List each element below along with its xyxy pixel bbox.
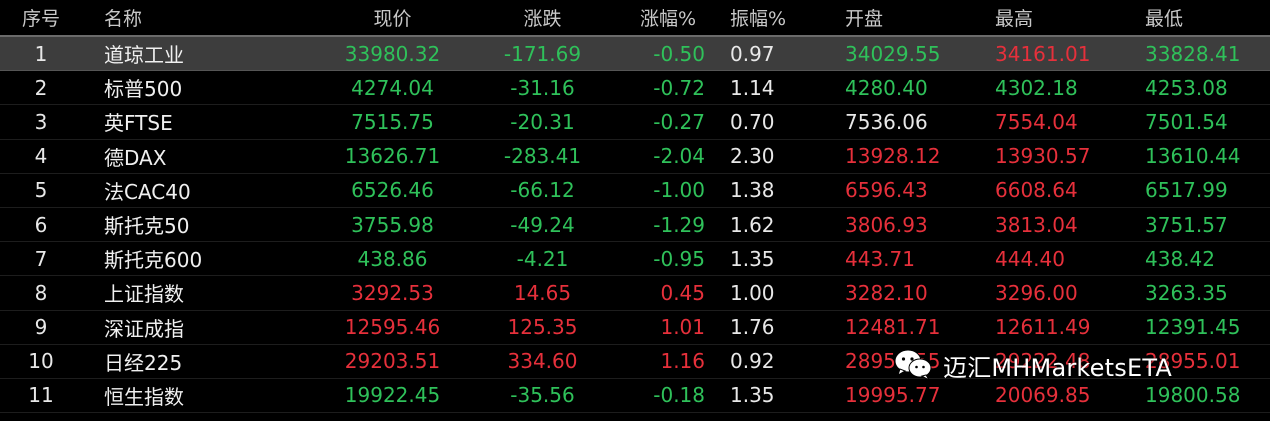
row-high: 444.40 <box>995 246 1065 271</box>
column-header-low[interactable]: 最低 <box>1145 0 1270 35</box>
row-name: 斯托克600 <box>104 248 203 273</box>
row-open: 3282.10 <box>845 280 928 305</box>
row-name: 法CAC40 <box>104 179 191 204</box>
row-open: 3806.93 <box>845 212 928 237</box>
row-low: 28955.01 <box>1145 349 1241 374</box>
row-amplitude: 0.97 <box>730 41 775 66</box>
table-body: 1 道琼工业 33980.32 -171.69 -0.50 0.97 34029… <box>0 37 1270 414</box>
row-change-pct: 1.01 <box>660 315 705 340</box>
row-low: 438.42 <box>1145 246 1215 271</box>
row-change-pct: -0.18 <box>653 383 705 408</box>
column-header-index[interactable]: 序号 <box>0 0 82 35</box>
row-amplitude: 1.62 <box>730 212 775 237</box>
table-row[interactable]: 6 斯托克50 3755.98 -49.24 -1.29 1.62 3806.9… <box>0 208 1270 243</box>
row-low: 3751.57 <box>1145 212 1228 237</box>
table-row[interactable]: 2 标普500 4274.04 -31.16 -0.72 1.14 4280.4… <box>0 71 1270 106</box>
quote-table: 序号 名称 现价 涨跌 涨幅% 振幅% 开盘 最高 最低 1 道琼工业 3398… <box>0 0 1270 414</box>
table-row[interactable]: 4 德DAX 13626.71 -283.41 -2.04 2.30 13928… <box>0 140 1270 174</box>
table-row[interactable]: 10 日经225 29203.51 334.60 1.16 0.92 28955… <box>0 345 1270 379</box>
row-index: 5 <box>34 178 48 203</box>
row-amplitude: 1.14 <box>730 75 775 100</box>
row-high: 3813.04 <box>995 212 1078 237</box>
row-index: 11 <box>28 383 54 408</box>
row-low: 3263.35 <box>1145 280 1228 305</box>
table-row[interactable]: 9 深证成指 12595.46 125.35 1.01 1.76 12481.7… <box>0 311 1270 345</box>
row-open: 12481.71 <box>845 315 941 340</box>
row-change-pct: -0.72 <box>653 75 705 100</box>
column-header-high[interactable]: 最高 <box>995 0 1145 35</box>
row-low: 33828.41 <box>1145 41 1241 66</box>
row-low: 7501.54 <box>1145 109 1228 134</box>
row-high: 29222.48 <box>995 349 1091 374</box>
row-high: 12611.49 <box>995 315 1091 340</box>
row-change-pct: -1.29 <box>653 212 705 237</box>
table-header: 序号 名称 现价 涨跌 涨幅% 振幅% 开盘 最高 最低 <box>0 0 1270 37</box>
row-open: 7536.06 <box>845 109 928 134</box>
column-header-open[interactable]: 开盘 <box>845 0 995 35</box>
row-low: 13610.44 <box>1145 144 1241 169</box>
row-open: 6596.43 <box>845 178 928 203</box>
row-name: 日经225 <box>104 350 183 375</box>
row-index: 6 <box>34 212 48 237</box>
row-high: 7554.04 <box>995 109 1078 134</box>
row-amplitude: 1.76 <box>730 315 775 340</box>
row-change-pct: -0.27 <box>653 109 705 134</box>
row-low: 19800.58 <box>1145 383 1241 408</box>
row-index: 7 <box>34 246 48 271</box>
table-row[interactable]: 3 英FTSE 7515.75 -20.31 -0.27 0.70 7536.0… <box>0 105 1270 140</box>
row-amplitude: 0.70 <box>730 109 775 134</box>
row-index: 4 <box>34 144 48 169</box>
row-change-pct: -0.95 <box>653 246 705 271</box>
row-name: 斯托克50 <box>104 214 190 239</box>
column-header-name[interactable]: 名称 <box>104 0 324 35</box>
row-name: 恒生指数 <box>104 384 184 409</box>
row-name: 道琼工业 <box>104 43 184 68</box>
column-header-change-pct[interactable]: 涨幅% <box>640 0 720 35</box>
row-name: 深证成指 <box>104 316 184 341</box>
row-index: 10 <box>28 349 54 374</box>
row-low: 6517.99 <box>1145 178 1228 203</box>
row-name: 德DAX <box>104 145 167 170</box>
row-index: 2 <box>34 75 48 100</box>
row-amplitude: 1.00 <box>730 280 775 305</box>
row-open: 4280.40 <box>845 75 928 100</box>
row-change-pct: -0.50 <box>653 41 705 66</box>
row-name: 标普500 <box>104 77 183 102</box>
row-low: 12391.45 <box>1145 315 1241 340</box>
row-index: 9 <box>34 315 48 340</box>
row-open: 13928.12 <box>845 144 941 169</box>
row-index: 8 <box>34 280 48 305</box>
row-high: 3296.00 <box>995 280 1078 305</box>
row-high: 34161.01 <box>995 41 1091 66</box>
table-row[interactable]: 5 法CAC40 6526.46 -66.12 -1.00 1.38 6596.… <box>0 174 1270 208</box>
row-open: 34029.55 <box>845 41 941 66</box>
row-name: 上证指数 <box>104 282 184 307</box>
row-high: 13930.57 <box>995 144 1091 169</box>
row-index: 1 <box>34 41 48 66</box>
table-row[interactable]: 8 上证指数 3292.53 14.65 0.45 1.00 3282.10 3… <box>0 276 1270 311</box>
row-open: 443.71 <box>845 246 915 271</box>
row-amplitude: 1.35 <box>730 383 775 408</box>
row-low: 4253.08 <box>1145 75 1228 100</box>
row-open: 28955.55 <box>845 349 941 374</box>
row-change-pct: -2.04 <box>653 144 705 169</box>
column-header-change[interactable]: 涨跌 <box>450 0 635 35</box>
row-high: 4302.18 <box>995 75 1078 100</box>
row-open: 19995.77 <box>845 383 941 408</box>
row-change-pct: 1.16 <box>660 349 705 374</box>
row-amplitude: 1.38 <box>730 178 775 203</box>
row-change-pct: -1.00 <box>653 178 705 203</box>
row-amplitude: 1.35 <box>730 246 775 271</box>
row-amplitude: 0.92 <box>730 349 775 374</box>
table-row[interactable]: 11 恒生指数 19922.45 -35.56 -0.18 1.35 19995… <box>0 379 1270 414</box>
row-high: 6608.64 <box>995 178 1078 203</box>
row-amplitude: 2.30 <box>730 144 775 169</box>
column-header-amplitude[interactable]: 振幅% <box>730 0 830 35</box>
row-name: 英FTSE <box>104 111 173 136</box>
table-row[interactable]: 7 斯托克600 438.86 -4.21 -0.95 1.35 443.71 … <box>0 242 1270 277</box>
row-high: 20069.85 <box>995 383 1091 408</box>
row-index: 3 <box>34 109 48 134</box>
table-row[interactable]: 1 道琼工业 33980.32 -171.69 -0.50 0.97 34029… <box>0 37 1270 72</box>
row-change-pct: 0.45 <box>660 280 705 305</box>
